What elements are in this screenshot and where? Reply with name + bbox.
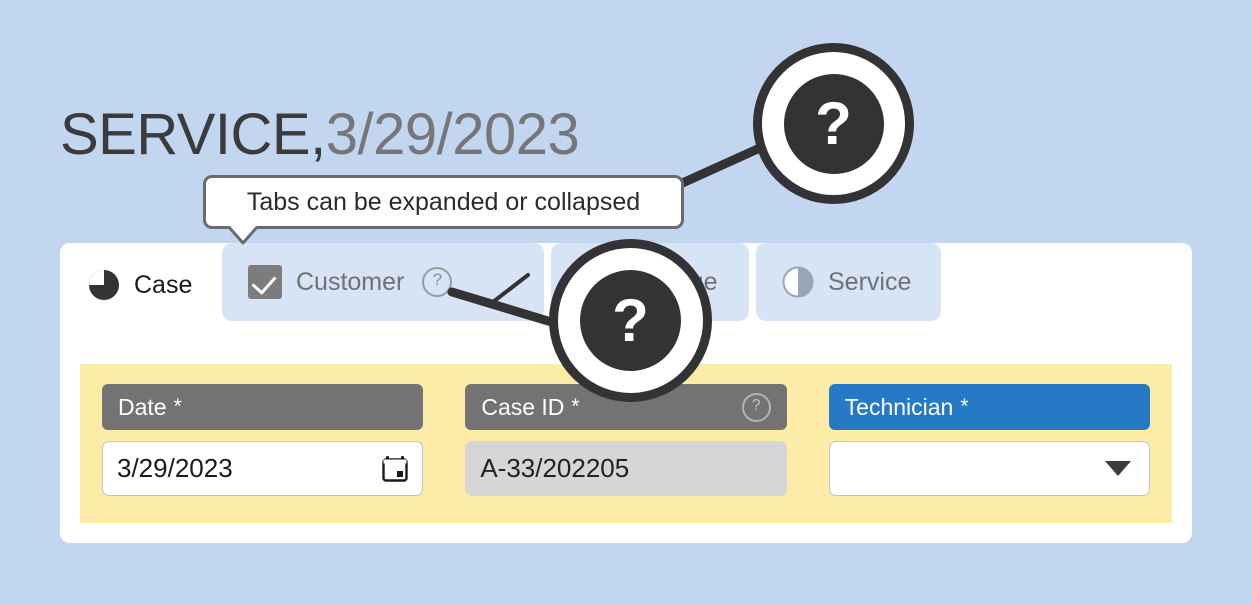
field-case-id-label: Case ID <box>481 393 565 420</box>
field-date-label: Date <box>118 393 167 420</box>
help-badge-fields[interactable]: ? <box>549 239 712 402</box>
tooltip-tail <box>228 226 258 245</box>
date-input[interactable]: 3/29/2023 <box>102 441 424 496</box>
help-badge-tabs[interactable]: ? <box>753 43 914 204</box>
case-id-input: A-33/202205 <box>465 441 787 496</box>
field-date: Date * 3/29/2023 <box>102 384 424 503</box>
required-marker: * <box>571 395 580 418</box>
tab-service[interactable]: Service <box>756 243 941 321</box>
tooltip-callout: Tabs can be expanded or collapsed <box>203 175 684 229</box>
date-input-value: 3/29/2023 <box>117 453 233 483</box>
field-technician-header: Technician * <box>828 384 1150 430</box>
screen-root: SERVICE,3/29/2023 Case Customer ? Servic… <box>0 0 1252 605</box>
help-badge-tabs-glyph: ? <box>783 73 884 174</box>
help-icon[interactable]: ? <box>741 392 771 422</box>
pie-chart-icon <box>88 269 120 301</box>
help-badge-fields-glyph: ? <box>580 270 681 371</box>
technician-select[interactable] <box>828 441 1150 496</box>
page-title-main: SERVICE, <box>60 102 326 167</box>
page-title: SERVICE,3/29/2023 <box>60 102 580 167</box>
chevron-down-icon[interactable] <box>1104 461 1131 476</box>
half-circle-icon <box>782 266 814 298</box>
field-date-header: Date * <box>102 384 424 430</box>
tab-customer[interactable]: Customer ? <box>222 243 544 321</box>
case-id-input-value: A-33/202205 <box>480 453 630 483</box>
page-title-date: 3/29/2023 <box>325 102 580 167</box>
tab-case[interactable]: Case <box>60 243 215 327</box>
required-marker: * <box>173 395 182 418</box>
calendar-icon[interactable] <box>382 455 409 482</box>
field-technician: Technician * <box>828 384 1150 503</box>
field-technician-label: Technician <box>844 393 954 420</box>
help-icon[interactable]: ? <box>422 267 453 297</box>
tab-case-label: Case <box>134 270 193 299</box>
tab-service-label: Service <box>828 267 912 296</box>
required-marker: * <box>960 395 969 418</box>
checkbox-checked-icon[interactable] <box>248 265 282 299</box>
tab-customer-label: Customer <box>296 267 405 296</box>
tooltip-text: Tabs can be expanded or collapsed <box>246 187 641 216</box>
